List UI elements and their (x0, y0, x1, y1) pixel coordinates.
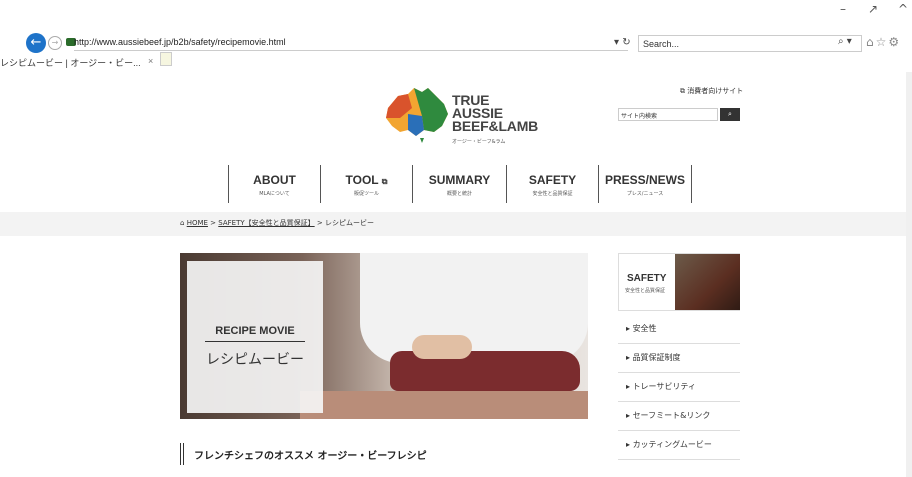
home-icon: ⌂ (180, 219, 185, 227)
nav-tool[interactable]: TOOL ⧉ 販促ツール (320, 165, 412, 203)
nav-summary[interactable]: SUMMARY 概要と統計 (412, 165, 506, 203)
breadcrumb: ⌂ HOME > SAFETY【安全性と品質保証】 > レシピムービー (180, 219, 374, 227)
url-field[interactable]: http://www.aussiebeef.jp/b2b/safety/reci… (74, 37, 628, 51)
logo-text: TRUE AUSSIE BEEF&LAMB (452, 92, 539, 134)
section-heading-bar (180, 443, 184, 465)
external-link-icon: ⧉ (381, 177, 388, 186)
restore-button[interactable]: ↗ (868, 2, 878, 16)
sidebar-item-safemeat[interactable]: ▸ セーフミート&リンク (618, 402, 740, 431)
hand-image (412, 335, 472, 359)
cow-image (675, 254, 740, 310)
section-title: フレンチシェフのオススメ オージー・ビーフレシピ (194, 451, 427, 462)
browser-search-input[interactable]: Search... (638, 35, 862, 52)
nav-safety[interactable]: SAFETY 安全性と品質保証 (506, 165, 598, 203)
refresh-icon[interactable]: ▾ ↻ (614, 37, 631, 48)
search-icon[interactable]: ⌕ ▾ (838, 36, 852, 47)
cutting-board (300, 391, 588, 419)
breadcrumb-band (0, 212, 912, 236)
toolbar-icons[interactable]: ⌂☆⚙ (866, 35, 901, 49)
nav-about[interactable]: ABOUT MLAについて (228, 165, 320, 203)
sidebar-list: ▸ 安全性 ▸ 品質保証制度 ▸ トレーサビリティ ▸ セーフミート&リンク ▸… (618, 315, 740, 460)
back-button[interactable]: ← (26, 33, 46, 53)
logo-subtitle: オージー・ビーフ&ラム (452, 139, 506, 145)
hero-divider (205, 341, 305, 342)
forward-button[interactable]: → (48, 36, 62, 50)
sidebar-title: SAFETY (627, 273, 667, 284)
site-search-button[interactable]: ⌕ (720, 108, 740, 121)
sidebar-item-traceability[interactable]: ▸ トレーサビリティ (618, 373, 740, 402)
tab-title: レシピムービー | オージー・ビー... (0, 58, 141, 68)
main-nav: ABOUT MLAについて TOOL ⧉ 販促ツール SUMMARY 概要と統計 SA… (228, 165, 692, 203)
sidebar-header[interactable]: SAFETY 安全性と品質保証 (618, 253, 740, 311)
close-window-button[interactable]: ^ (898, 2, 908, 16)
australia-map-icon (386, 88, 448, 143)
site-logo[interactable]: TRUE AUSSIE BEEF&LAMB オージー・ビーフ&ラム (382, 86, 542, 150)
breadcrumb-home[interactable]: HOME (187, 219, 208, 227)
breadcrumb-safety[interactable]: SAFETY【安全性と品質保証】 (218, 219, 314, 227)
hero-title-jp: レシピムービー (206, 352, 304, 368)
hero-title-en: RECIPE MOVIE (215, 325, 295, 337)
address-bar-row: ← → http://www.aussiebeef.jp/b2b/safety/… (26, 33, 912, 55)
consumer-site-link[interactable]: ⧉ 消費者向けサイト (680, 86, 743, 96)
sidebar-item-cutting-movie[interactable]: ▸ カッティングムービー (618, 431, 740, 460)
new-tab-button[interactable] (160, 52, 172, 66)
scrollbar[interactable] (906, 72, 912, 477)
minimize-button[interactable]: – (840, 2, 846, 16)
site-search-input[interactable]: サイト内検索 (618, 108, 718, 121)
breadcrumb-current: レシピムービー (324, 219, 374, 227)
tab-close-icon[interactable]: × (148, 56, 153, 66)
sidebar-item-quality[interactable]: ▸ 品質保証制度 (618, 344, 740, 373)
browser-window: – ↗ ^ ← → http://www.aussiebeef.jp/b2b/s… (0, 0, 912, 477)
window-controls: – ↗ ^ (812, 0, 912, 26)
sidebar-item-safety[interactable]: ▸ 安全性 (618, 315, 740, 344)
hero-banner: RECIPE MOVIE レシピムービー (180, 253, 588, 419)
chef-image (360, 253, 588, 363)
hero-title-card: RECIPE MOVIE レシピムービー (187, 261, 323, 413)
nav-press-news[interactable]: PRESS/NEWS プレス/ニュース (598, 165, 692, 203)
sidebar-subtitle: 安全性と品質保証 (625, 288, 666, 294)
